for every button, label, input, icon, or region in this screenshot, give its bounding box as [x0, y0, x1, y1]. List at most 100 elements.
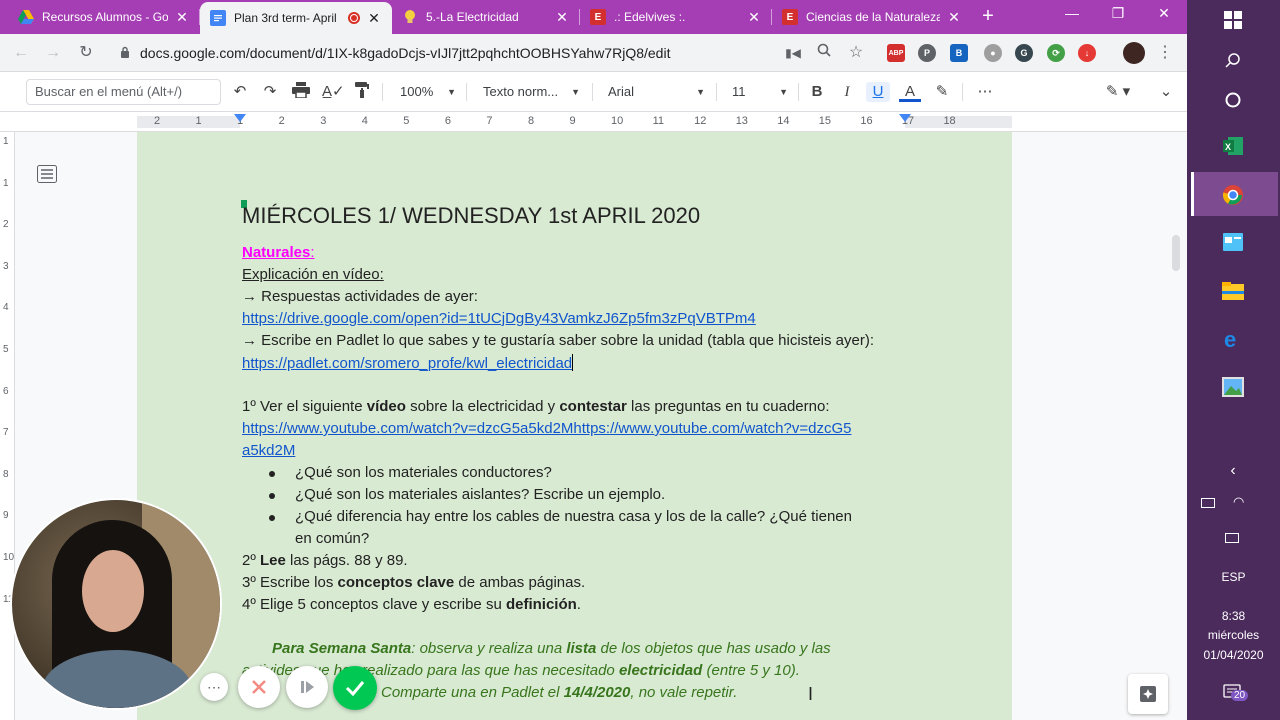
- forward-button[interactable]: →: [42, 42, 64, 64]
- close-window-button[interactable]: ✕: [1152, 5, 1176, 22]
- question-conductors: ¿Qué son los materiales conductores?: [295, 464, 552, 481]
- right-indent-marker[interactable]: [899, 114, 911, 122]
- clock-day[interactable]: miércoles: [1187, 628, 1280, 642]
- vertical-ruler-number: 4: [3, 302, 9, 314]
- toolbar-divider: [382, 83, 383, 101]
- b-extension-icon[interactable]: B: [950, 44, 968, 62]
- close-tab-icon[interactable]: ✕: [746, 9, 762, 26]
- youtube-link-continued[interactable]: a5kd2M: [242, 442, 295, 459]
- excel-icon[interactable]: X: [1220, 133, 1246, 159]
- ruler-number: 9: [569, 115, 576, 127]
- sync-extension-icon[interactable]: ⟳: [1047, 44, 1065, 62]
- zoom-icon[interactable]: [813, 42, 835, 64]
- font-size-value: 11: [732, 84, 746, 99]
- undo-icon[interactable]: ↶: [230, 82, 250, 102]
- app-window-icon[interactable]: [1220, 229, 1246, 255]
- ruler-number: 11: [652, 115, 665, 127]
- document-outline-icon[interactable]: [37, 165, 57, 183]
- chevron-down-icon: ▼: [696, 87, 705, 97]
- youtube-link[interactable]: https://www.youtube.com/watch?v=dzcG5a5k…: [242, 420, 851, 437]
- chrome-menu-icon[interactable]: ⋮: [1154, 42, 1176, 64]
- windows-start-icon[interactable]: [1220, 7, 1246, 33]
- font-select[interactable]: Arial ▼: [608, 82, 705, 102]
- underline-icon[interactable]: U: [866, 82, 890, 102]
- subject-colon: :: [310, 244, 315, 261]
- chrome-icon[interactable]: [1220, 182, 1246, 208]
- tab-edelvives[interactable]: E .: Edelvives :. ✕: [580, 0, 772, 34]
- editing-mode-icon[interactable]: ✎ ▾: [1100, 82, 1136, 102]
- tab-title: .: Edelvives :.: [614, 10, 686, 24]
- easter-bold-electricity: electricidad: [618, 662, 703, 679]
- discard-button[interactable]: [238, 666, 280, 708]
- padlet-link[interactable]: https://padlet.com/sromero_profe/kwl_ele…: [242, 355, 572, 372]
- omnibox[interactable]: docs.google.com/document/d/1IX-k8gadoDcj…: [108, 39, 878, 67]
- close-tab-icon[interactable]: ✕: [946, 9, 962, 26]
- tab-recursos-alumnos[interactable]: Recursos Alumnos - Go ✕: [8, 0, 200, 34]
- address-bar: ← → ↻ docs.google.com/document/d/1IX-k8g…: [0, 34, 1187, 72]
- more-options-icon[interactable]: ⋯: [975, 82, 995, 102]
- edge-icon[interactable]: e: [1220, 326, 1246, 352]
- tab-plan-3rd-term[interactable]: Plan 3rd term- April ✕: [200, 2, 392, 34]
- italic-icon[interactable]: I: [837, 82, 857, 102]
- left-indent-marker[interactable]: [234, 114, 246, 122]
- menu-search-input[interactable]: Buscar en el menú (Alt+/): [26, 79, 221, 105]
- font-value: Arial: [608, 84, 635, 99]
- resume-button[interactable]: [286, 666, 328, 708]
- notifications-icon[interactable]: 20: [1223, 684, 1249, 701]
- adblock-icon[interactable]: ABP: [887, 44, 905, 62]
- more-options-button[interactable]: ⋯: [200, 673, 228, 701]
- print-icon[interactable]: [290, 82, 312, 102]
- bullet-dot: [269, 471, 275, 477]
- circle-extension-icon[interactable]: ●: [984, 44, 1002, 62]
- battery-icon[interactable]: [1201, 498, 1215, 508]
- ruler-number: 14: [777, 115, 790, 127]
- search-icon[interactable]: [1220, 47, 1246, 73]
- vertical-ruler-number: 9: [3, 510, 9, 522]
- download-extension-icon[interactable]: ↓: [1078, 44, 1096, 62]
- font-size-select[interactable]: 11 ▼: [732, 82, 788, 102]
- zoom-select[interactable]: 100% ▼: [400, 82, 456, 102]
- maximize-button[interactable]: ❐: [1106, 5, 1130, 22]
- cortana-icon[interactable]: [1220, 87, 1246, 113]
- document-page[interactable]: MIÉRCOLES 1/ WEDNESDAY 1st APRIL 2020 Na…: [137, 132, 1012, 720]
- close-tab-icon[interactable]: ✕: [174, 9, 190, 26]
- toolbar-divider: [592, 83, 593, 101]
- keyboard-icon[interactable]: [1225, 533, 1239, 543]
- text-color-icon[interactable]: A: [899, 82, 921, 102]
- scrollbar-thumb[interactable]: [1172, 235, 1180, 271]
- close-tab-icon[interactable]: ✕: [366, 10, 382, 27]
- highlight-icon[interactable]: ✎: [932, 82, 952, 102]
- new-tab-button[interactable]: +: [976, 4, 1000, 28]
- wifi-icon[interactable]: ◠: [1233, 494, 1244, 510]
- bold-icon[interactable]: B: [807, 82, 827, 102]
- redo-icon[interactable]: ↷: [260, 82, 280, 102]
- drive-link[interactable]: https://drive.google.com/open?id=1tUCjDg…: [242, 310, 756, 327]
- clock-date[interactable]: 01/04/2020: [1187, 648, 1280, 662]
- back-button[interactable]: ←: [10, 42, 32, 64]
- browser-tab-bar: Recursos Alumnos - Go ✕ Plan 3rd term- A…: [0, 0, 1187, 34]
- close-tab-icon[interactable]: ✕: [554, 9, 570, 26]
- pinterest-icon[interactable]: P: [918, 44, 936, 62]
- tab-ciencias-naturaleza[interactable]: E Ciencias de la Naturaleza ✕: [772, 0, 972, 34]
- explore-button[interactable]: [1128, 674, 1168, 714]
- language-indicator[interactable]: ESP: [1187, 570, 1280, 584]
- tab-la-electricidad[interactable]: 5.-La Electricidad ✕: [392, 0, 580, 34]
- spellcheck-icon[interactable]: A̲✓: [322, 82, 345, 102]
- easter-text-4: (entre 5 y 10).: [702, 662, 800, 679]
- style-select[interactable]: Texto norm... ▼: [483, 82, 580, 102]
- finish-recording-button[interactable]: [333, 666, 377, 710]
- minimize-button[interactable]: —: [1060, 5, 1084, 21]
- bookmark-star-icon[interactable]: ☆: [845, 42, 867, 64]
- bullet-dot: [269, 493, 275, 499]
- paint-format-icon[interactable]: [352, 82, 372, 102]
- camera-icon[interactable]: ▮◀: [782, 42, 804, 64]
- profile-avatar[interactable]: [1123, 42, 1145, 64]
- g-extension-icon[interactable]: G: [1015, 44, 1033, 62]
- file-explorer-icon[interactable]: [1220, 278, 1246, 304]
- chevron-left-icon[interactable]: ‹: [1220, 458, 1246, 484]
- photos-icon[interactable]: [1220, 374, 1246, 400]
- vertical-ruler-number: 1: [3, 177, 9, 189]
- chevron-up-icon[interactable]: ⌄: [1156, 82, 1176, 102]
- reload-button[interactable]: ↻: [75, 42, 97, 64]
- clock-time[interactable]: 8:38: [1187, 609, 1280, 623]
